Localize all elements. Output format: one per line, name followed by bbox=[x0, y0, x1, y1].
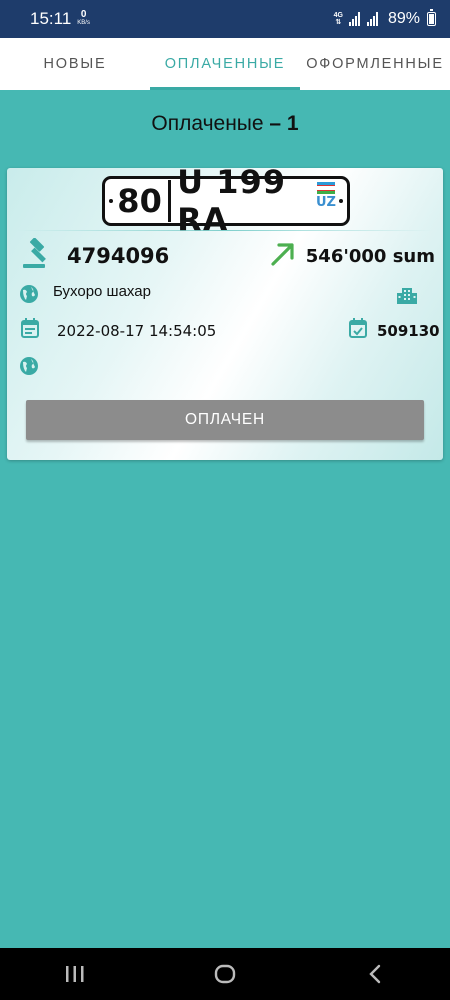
globe-icon bbox=[19, 284, 39, 309]
status-right: 4G ⇅ 89% bbox=[333, 9, 436, 28]
auction-date: 2022-08-17 14:54:05 bbox=[57, 321, 217, 340]
status-time: 15:11 bbox=[30, 9, 72, 28]
tab-paid[interactable]: ОПЛАЧЕННЫЕ bbox=[150, 38, 300, 90]
code-row: 509130 bbox=[349, 318, 440, 343]
home-button[interactable] bbox=[195, 954, 255, 994]
paid-button[interactable]: ОПЛАЧЕН bbox=[26, 400, 424, 440]
lot-number: 4794096 bbox=[67, 244, 170, 268]
navigation-bar bbox=[0, 948, 450, 1000]
battery-icon bbox=[427, 9, 436, 26]
trending-up-icon bbox=[270, 241, 296, 272]
home-icon bbox=[214, 964, 236, 984]
uz-flag-icon: UZ bbox=[315, 182, 337, 210]
plate-region: 80 bbox=[117, 182, 162, 220]
tab-new[interactable]: НОВЫЕ bbox=[0, 38, 150, 90]
signal-icon bbox=[348, 12, 360, 26]
lot-info-row: 4794096 546'000 sum bbox=[21, 236, 435, 275]
lot-price: 546'000 sum bbox=[305, 245, 435, 267]
network-type: 4G ⇅ bbox=[333, 12, 343, 26]
back-button[interactable] bbox=[345, 954, 405, 994]
price-group: 546'000 sum bbox=[270, 241, 435, 272]
status-bar: 15:11 0 KB/s 4G ⇅ 89% bbox=[0, 0, 450, 38]
recent-apps-icon bbox=[66, 966, 84, 982]
city-name: Бухоро шахар bbox=[53, 283, 151, 300]
license-plate: 80 U 199 RA UZ bbox=[102, 163, 350, 239]
calendar-icon bbox=[21, 318, 39, 343]
net-speed: 0 KB/s bbox=[77, 9, 90, 27]
battery-percent: 89% bbox=[387, 10, 420, 27]
tab-registered[interactable]: ОФОРМЛЕННЫЕ bbox=[300, 38, 450, 90]
plate-country: UZ bbox=[316, 195, 336, 210]
page-title: Оплаченые – 1 bbox=[151, 112, 299, 135]
date-row: 2022-08-17 14:54:05 bbox=[21, 318, 216, 343]
lot-code: 509130 bbox=[377, 321, 440, 340]
lot-card[interactable]: 80 U 199 RA UZ 4794096 546'000 sum Бухор… bbox=[7, 163, 443, 460]
city-row: Бухоро шахар bbox=[19, 283, 151, 309]
net-speed-unit: KB/s bbox=[77, 20, 90, 26]
calendar-check-icon bbox=[349, 318, 367, 343]
back-icon bbox=[369, 964, 381, 984]
globe-icon-2 bbox=[19, 356, 39, 376]
building-icon bbox=[397, 286, 417, 304]
gavel-icon bbox=[21, 236, 55, 275]
tab-bar: НОВЫЕ ОПЛАЧЕННЫЕ ОФОРМЛЕННЫЕ bbox=[0, 38, 450, 90]
signal-icon-2 bbox=[366, 12, 378, 26]
divider bbox=[17, 230, 433, 231]
recent-apps-button[interactable] bbox=[45, 954, 105, 994]
net-speed-value: 0 bbox=[80, 9, 87, 20]
